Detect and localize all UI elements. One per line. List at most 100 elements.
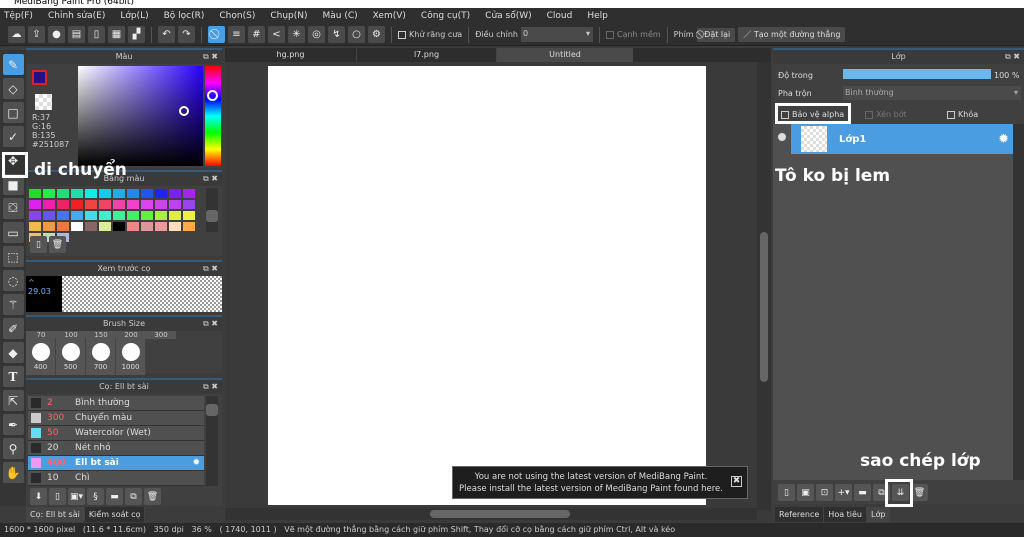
main-color-swatch[interactable] (32, 70, 47, 85)
circle-snap-icon[interactable]: ○ (348, 26, 365, 43)
divide-tool-icon[interactable]: ✒ (2, 414, 24, 435)
select-pen-icon[interactable]: ✐ (2, 318, 24, 339)
palette-swatch[interactable] (155, 189, 167, 198)
checkbox[interactable] (605, 30, 614, 39)
brush-item-selected[interactable]: 400 Ell bt sài ✹ (28, 456, 204, 471)
dot-tool-icon[interactable]: ✓ (2, 126, 24, 147)
menu-filter[interactable]: Bộ lọc(R) (164, 11, 205, 21)
perspective-snap-icon[interactable]: < (268, 26, 285, 43)
hand-tool-icon[interactable]: ✋ (2, 462, 24, 483)
snap-settings-icon[interactable]: ⚙ (368, 26, 385, 43)
clipping-checkbox[interactable]: Xén bớt (865, 110, 907, 119)
select-rect-icon[interactable]: ⬚ (2, 246, 24, 267)
lasso-icon[interactable]: ◌ (2, 270, 24, 291)
gear-icon[interactable]: ✹ (998, 132, 1009, 147)
bucket-tool-icon[interactable]: ⛋ (2, 198, 24, 219)
blend-select[interactable]: Bình thường ▾ (843, 86, 1021, 100)
panel-controls-icon[interactable]: ⧉ ✖ (203, 50, 218, 64)
grid-icon[interactable]: ▞ (128, 26, 145, 43)
brush-scrollbar[interactable] (206, 396, 218, 486)
layer-scrollbar[interactable] (1013, 124, 1024, 480)
palette-swatch[interactable] (29, 222, 41, 231)
eraser-tool-icon[interactable]: ◇ (2, 78, 24, 99)
layer-item-selected[interactable]: Lớp1 ✹ (773, 124, 1013, 154)
menu-cloud[interactable]: Cloud (547, 11, 573, 21)
panel-controls-icon[interactable]: ⧉ ✖ (203, 317, 218, 331)
palette-swatch[interactable] (113, 222, 125, 231)
palette-swatch[interactable] (57, 211, 69, 220)
transparent-color-swatch[interactable] (35, 94, 52, 110)
checkbox-checked[interactable] (398, 30, 406, 39)
brush-item[interactable]: 20 Nét nhỏ (28, 441, 204, 456)
add-brush-icon[interactable]: ▣▾ (68, 488, 85, 505)
folder-icon[interactable]: ▬ (854, 484, 871, 501)
share-icon[interactable]: ⇪ (28, 26, 45, 43)
rect-tool-icon[interactable]: □ (2, 102, 24, 123)
palette-swatch[interactable] (141, 211, 153, 220)
palette-swatch[interactable] (85, 189, 97, 198)
palette-swatch[interactable] (127, 222, 139, 231)
palette-swatch[interactable] (155, 211, 167, 220)
palette-swatch[interactable] (169, 211, 181, 220)
scroll-thumb[interactable] (430, 510, 570, 518)
palette-swatch[interactable] (29, 211, 41, 220)
hue-slider[interactable] (205, 66, 221, 166)
tab-document[interactable]: l7.png (357, 48, 497, 62)
opacity-slider[interactable] (843, 69, 991, 79)
tab-brush-control[interactable]: Kiểm soát cọ (84, 507, 146, 522)
size-option[interactable]: 500 (56, 338, 86, 375)
palette-swatch[interactable] (99, 200, 111, 209)
palette-swatch[interactable] (113, 189, 125, 198)
brush-item[interactable]: 2 Bình thường (28, 396, 204, 411)
new-layer-icon[interactable]: ▯ (778, 484, 795, 501)
new-brush-icon[interactable]: ▯ (49, 488, 66, 505)
menu-tools[interactable]: Công cụ(T) (421, 11, 470, 21)
palette-swatch[interactable] (183, 211, 195, 220)
palette-swatch[interactable] (71, 189, 83, 198)
duplicate-icon[interactable]: ⧉ (125, 488, 142, 505)
palette-swatch[interactable] (169, 222, 181, 231)
brush-settings-icon[interactable]: § (87, 488, 104, 505)
palette-swatch[interactable] (99, 189, 111, 198)
palette-swatch[interactable] (85, 222, 97, 231)
brush-item[interactable]: 300 Chuyển màu (28, 411, 204, 426)
scroll-thumb[interactable] (760, 232, 768, 382)
snap-off-icon[interactable]: ⃠ (208, 26, 225, 43)
palette-swatch[interactable] (43, 222, 55, 231)
menu-view[interactable]: Xem(V) (373, 11, 406, 21)
palette-swatch[interactable] (127, 189, 139, 198)
gradient-tool-icon[interactable]: ▭ (2, 222, 24, 243)
palette-swatch[interactable] (113, 200, 125, 209)
trash-icon[interactable]: 🗑 (144, 488, 161, 505)
soft-edge-checkbox[interactable]: Cạnh mềm (605, 30, 661, 39)
scroll-thumb[interactable] (206, 210, 218, 222)
tab-document-active[interactable]: Untitled (497, 48, 633, 62)
size-option[interactable]: 300 (146, 331, 176, 339)
palette-swatch[interactable] (169, 189, 181, 198)
menu-layer[interactable]: Lớp(L) (120, 11, 148, 21)
undo-icon[interactable]: ↶ (158, 26, 175, 43)
picker-handle[interactable] (179, 106, 189, 116)
size-option[interactable]: 1000 (116, 338, 146, 375)
film-icon[interactable]: ▦ (108, 26, 125, 43)
palette-swatch[interactable] (85, 211, 97, 220)
palette-swatch[interactable] (57, 200, 69, 209)
tab-brush[interactable]: Cọ: Ell bt sài (26, 507, 85, 522)
canvas[interactable] (268, 66, 706, 505)
new-palette-icon[interactable]: ▯ (30, 236, 47, 253)
trash-icon[interactable]: 🗑 (49, 236, 66, 253)
palette-swatch[interactable] (71, 222, 83, 231)
palette-swatch[interactable] (127, 200, 139, 209)
palette-swatch[interactable] (29, 189, 41, 198)
palette-swatch[interactable] (43, 211, 55, 220)
add-layer-menu-icon[interactable]: +▾ (835, 484, 852, 501)
radial-snap-icon[interactable]: ✳ (288, 26, 305, 43)
palette-swatch[interactable] (113, 211, 125, 220)
panel-controls-icon[interactable]: ⧉ ✖ (203, 172, 218, 186)
hue-handle[interactable] (207, 90, 218, 101)
brush-item[interactable]: 10 Chì (28, 471, 204, 486)
brush-tool-icon[interactable]: ✎ (2, 54, 24, 75)
menu-select[interactable]: Chọn(S) (219, 11, 255, 21)
palette-swatch[interactable] (141, 222, 153, 231)
trash-icon[interactable]: 🗑 (911, 484, 928, 501)
